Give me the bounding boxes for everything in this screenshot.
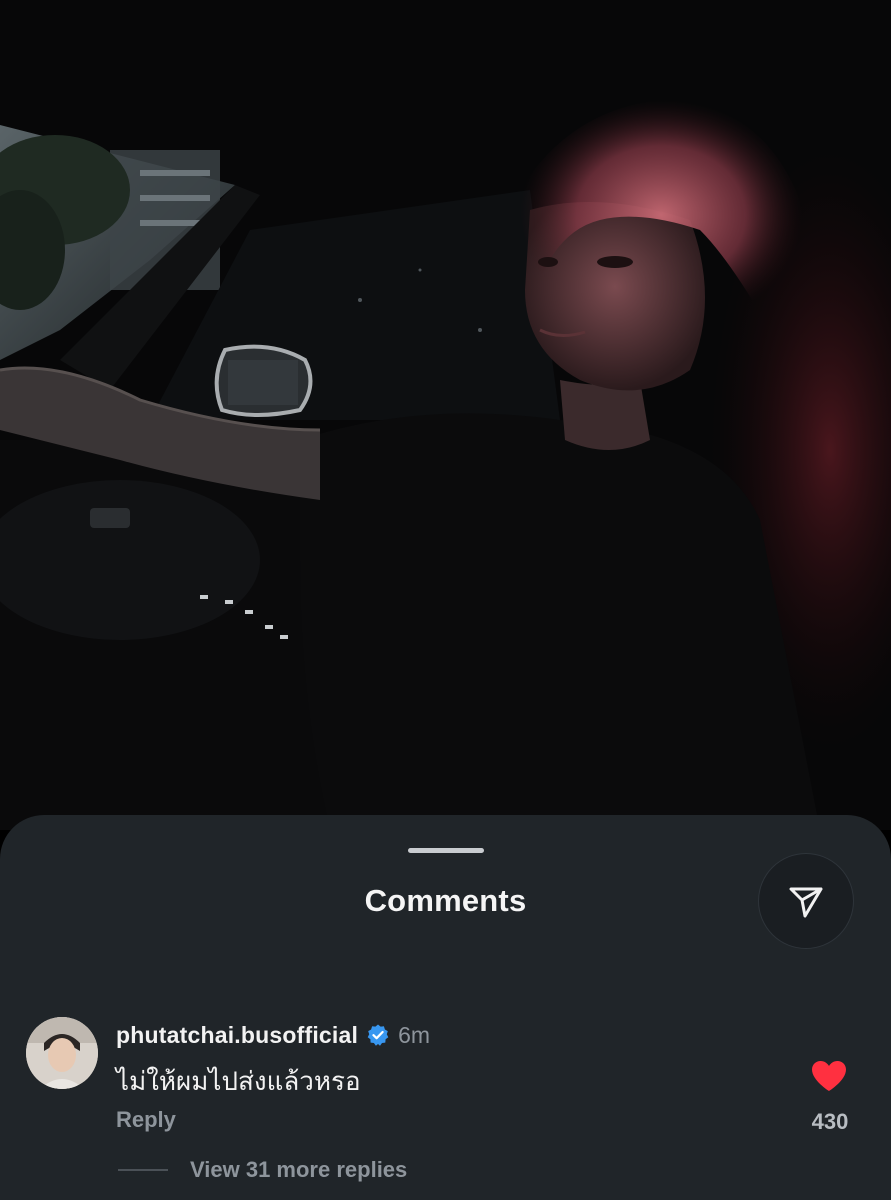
verified-badge-icon [367, 1024, 389, 1046]
comment-item: phutatchai.busofficial 6m ไม่ให้ผมไปส่งแ… [0, 1011, 891, 1200]
avatar[interactable] [26, 1017, 98, 1089]
share-button[interactable] [758, 853, 854, 949]
heart-icon[interactable] [810, 1059, 848, 1093]
comment-text: ไม่ให้ผมไปส่งแล้วหรอ [116, 1066, 361, 1096]
comments-sheet: Comments phutatchai.busofficial 6m ไม่ให… [0, 815, 891, 1200]
avatar-image [26, 1017, 98, 1089]
like-count: 430 [811, 1109, 849, 1134]
reply-button[interactable]: Reply [116, 1107, 176, 1133]
paper-plane-icon [789, 887, 823, 918]
replies-divider [118, 1169, 168, 1171]
comment-header: phutatchai.busofficial 6m [116, 1019, 430, 1051]
username-link[interactable]: phutatchai.busofficial [116, 1022, 358, 1049]
drag-handle[interactable] [408, 848, 484, 853]
photo-illustration [0, 0, 891, 830]
view-more-replies-button[interactable]: View 31 more replies [118, 1157, 407, 1183]
comment-timestamp: 6m [398, 1021, 431, 1048]
post-photo [0, 0, 891, 830]
view-more-replies-label: View 31 more replies [190, 1157, 408, 1182]
